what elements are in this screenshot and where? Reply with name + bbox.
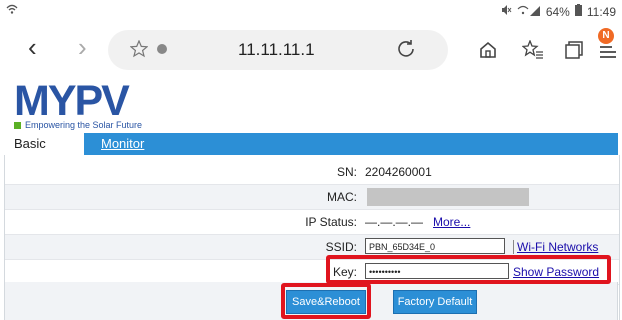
row-ip-status: IP Status: —.—.—.— More...: [5, 210, 619, 235]
key-highlight-box: [326, 255, 611, 284]
save-highlight-box: [281, 283, 371, 319]
bookmarks-icon[interactable]: [521, 39, 544, 65]
mypv-logo: MYPV Empowering the Solar Future: [14, 77, 142, 130]
browser-toolbar: ‹ › 11.11.11.1 N: [0, 22, 622, 78]
ssid-label: SSID:: [325, 240, 357, 254]
logo-tagline-row: Empowering the Solar Future: [14, 120, 142, 130]
sn-label: SN:: [336, 165, 357, 179]
tab-basic[interactable]: Basic: [4, 133, 84, 155]
menu-icon[interactable]: [598, 40, 618, 65]
factory-default-button[interactable]: Factory Default: [393, 290, 477, 314]
home-icon[interactable]: [478, 40, 498, 65]
signal-wifi-icon: [517, 4, 541, 19]
url-text: 11.11.11.1: [238, 40, 315, 59]
tab-monitor[interactable]: Monitor: [101, 133, 144, 155]
more-link[interactable]: More...: [433, 215, 470, 229]
sn-value: 2204260001: [365, 165, 432, 179]
wifi-networks-link[interactable]: Wi-Fi Networks: [513, 240, 598, 254]
info-icon[interactable]: [156, 42, 168, 60]
wifi-icon: [6, 3, 18, 18]
mac-label: MAC:: [327, 190, 357, 204]
reload-icon[interactable]: [396, 39, 416, 64]
address-bar[interactable]: 11.11.11.1: [108, 30, 448, 70]
star-icon[interactable]: [129, 39, 149, 63]
row-mac: MAC:: [5, 185, 619, 210]
back-icon[interactable]: ‹: [28, 34, 37, 60]
battery-icon: [574, 4, 582, 19]
forward-icon[interactable]: ›: [78, 34, 87, 60]
tabs-icon[interactable]: [564, 40, 584, 65]
ip-status-value: —.—.—.— More...: [365, 215, 470, 229]
clock: 11:49: [586, 4, 616, 19]
notification-badge: N: [598, 28, 614, 44]
mac-value-redacted: [367, 188, 529, 206]
mute-icon: [500, 4, 512, 19]
green-square-icon: [14, 121, 21, 129]
tab-bar: Basic Monitor: [4, 133, 618, 155]
status-bar: 64% 11:49: [0, 0, 622, 22]
logo-tagline: Empowering the Solar Future: [25, 120, 143, 130]
ip-status-label: IP Status:: [305, 215, 357, 229]
battery-percentage: 64%: [545, 4, 570, 19]
logo-wordmark: MYPV: [14, 77, 130, 125]
row-sn: SN: 2204260001: [5, 160, 619, 185]
ssid-input[interactable]: PBN_65D34E_0: [365, 238, 505, 254]
ip-value: —.—.—.—: [365, 215, 424, 229]
